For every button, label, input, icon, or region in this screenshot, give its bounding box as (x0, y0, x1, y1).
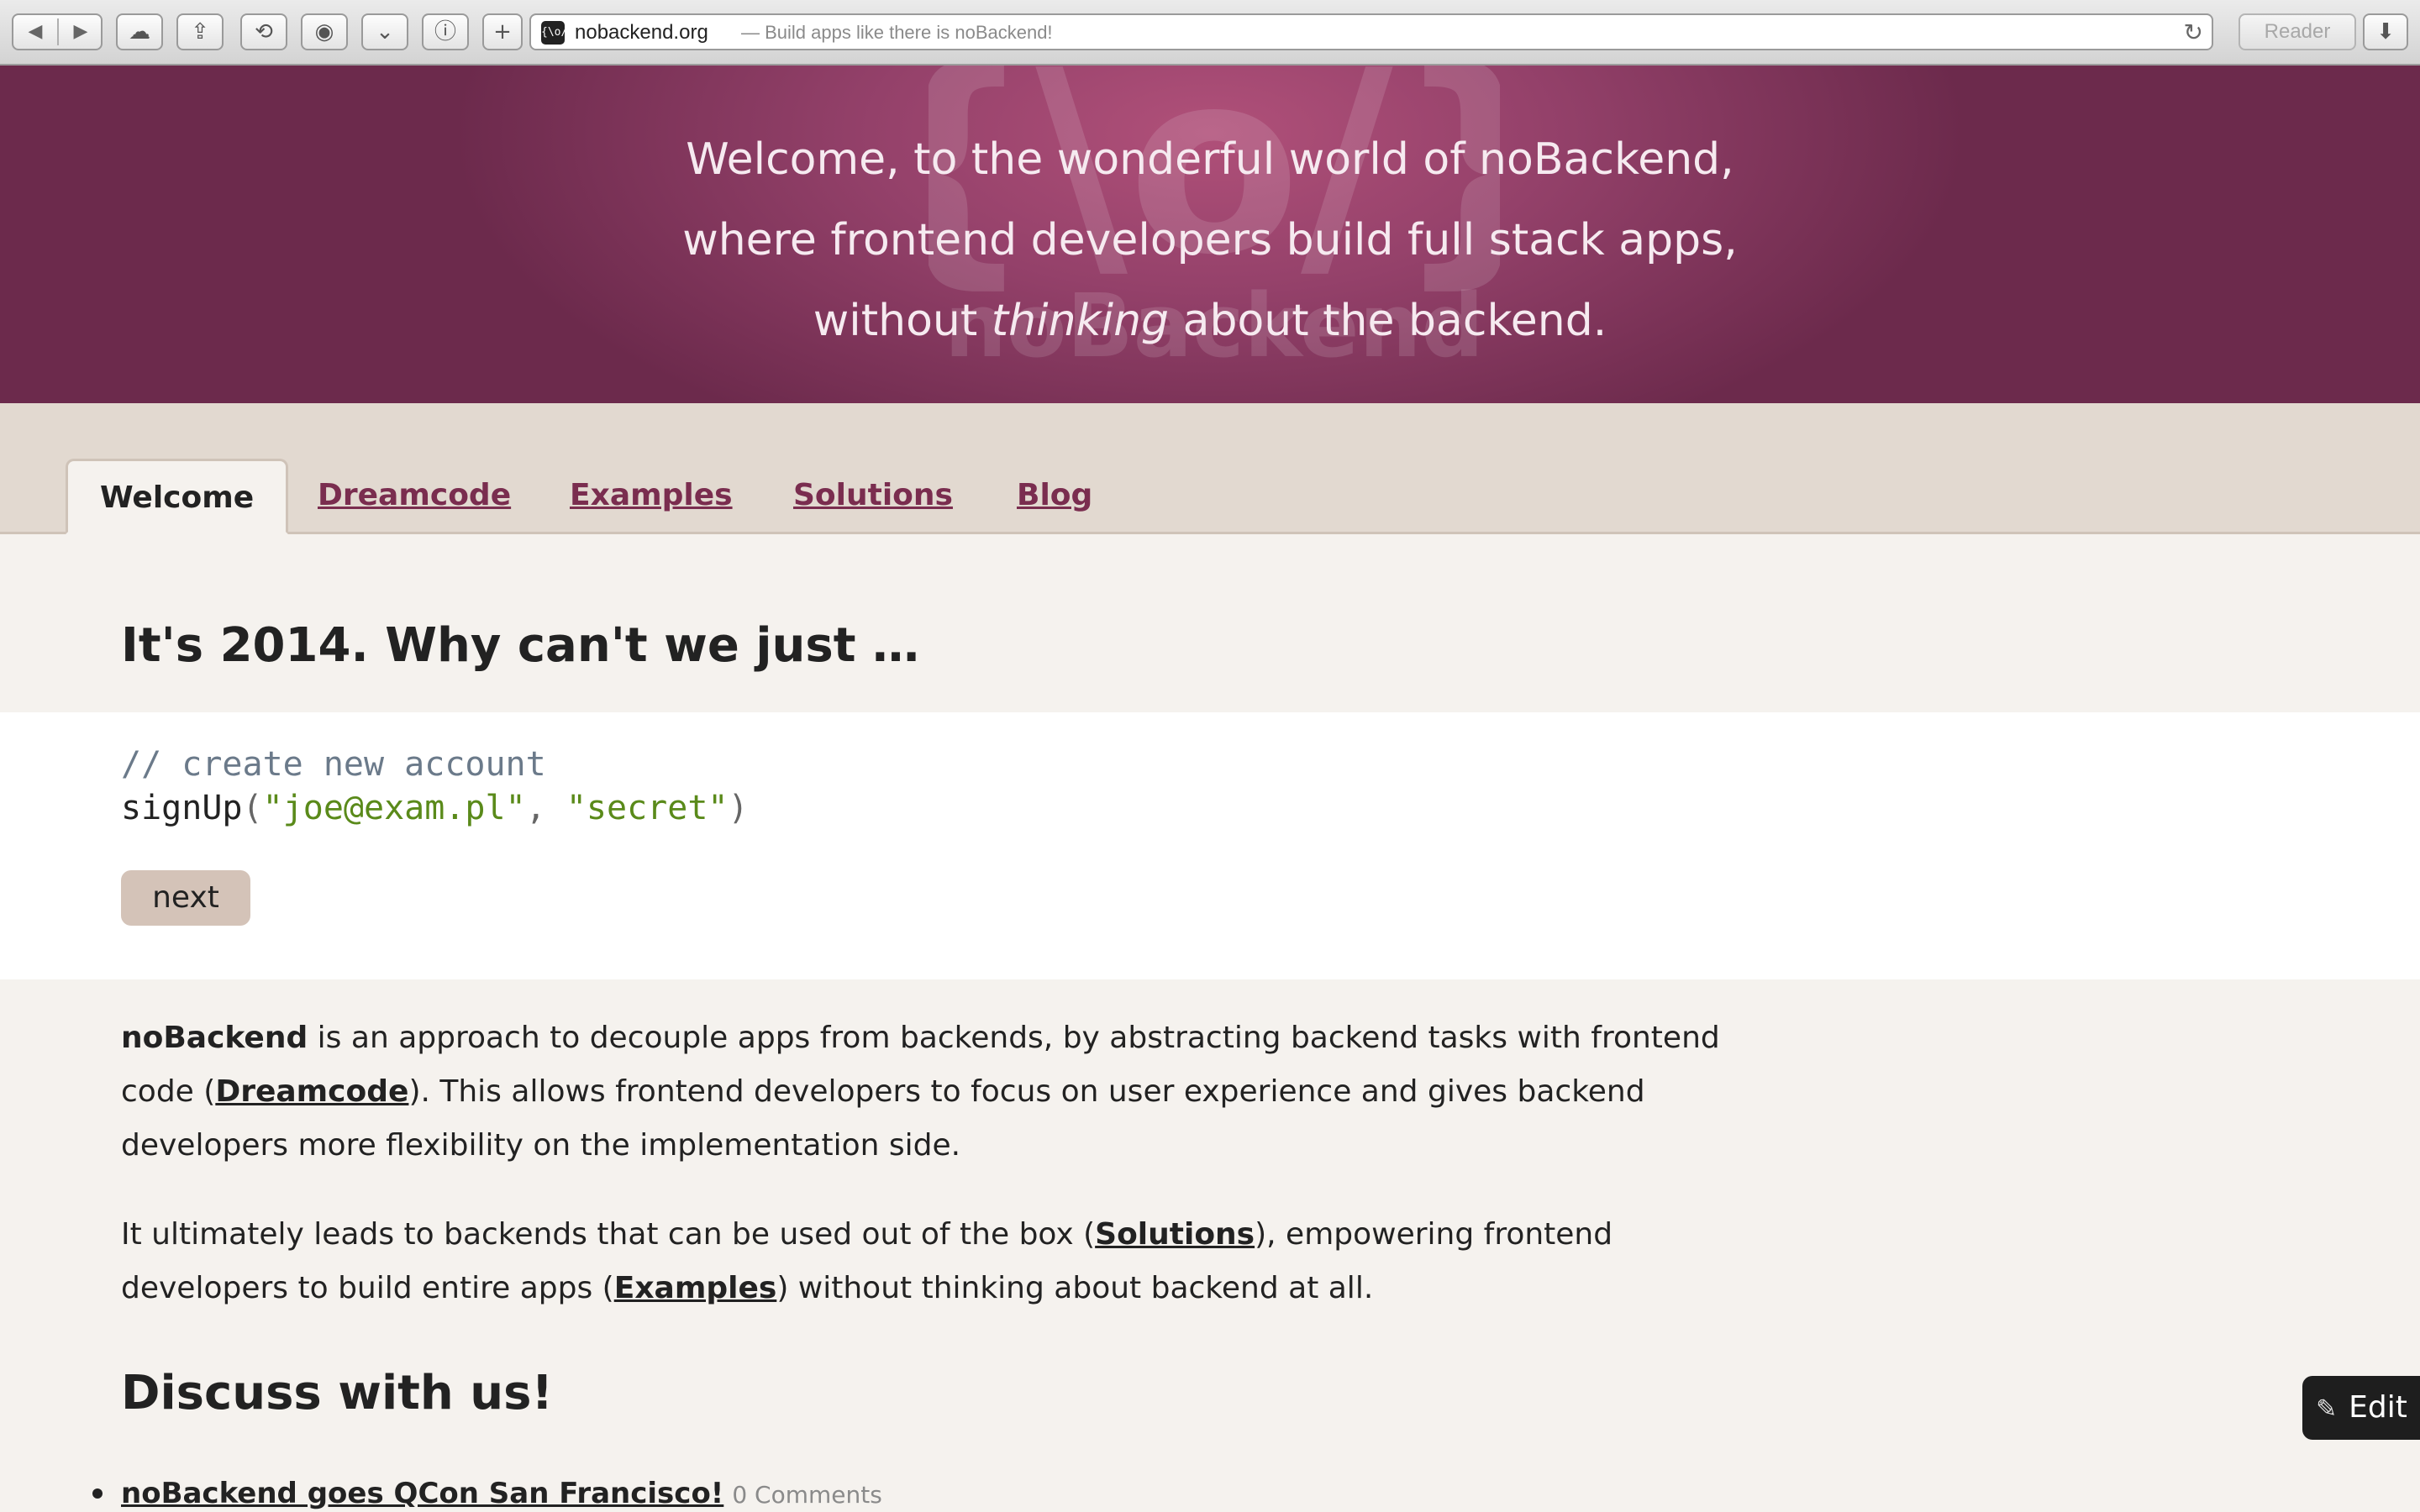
code-comment: // create new account (121, 745, 546, 784)
code-punctuation: ) (728, 789, 749, 827)
tagline-line-3: without thinking about the backend. (0, 281, 2420, 361)
edit-label: Edit (2349, 1390, 2407, 1425)
browser-toolbar: ◀ ▶ ☁ ⇪ ⟲ ◉ ⌄ ⓘ + {\o/} nobackend.org — … (0, 0, 2420, 66)
tagline-line-1: Welcome, to the wonderful world of noBac… (686, 134, 1734, 185)
edit-button[interactable]: ✎ Edit (2302, 1376, 2420, 1440)
code-string: "secret" (566, 789, 729, 827)
code-punctuation: ( (242, 789, 263, 827)
share-icon[interactable]: ⇪ (176, 13, 224, 50)
reader-button[interactable]: Reader (2238, 13, 2356, 50)
outcome-paragraph: It ultimately leads to backends that can… (121, 1208, 1768, 1315)
new-tab-icon[interactable]: + (482, 13, 523, 50)
main-nav: Welcome Dreamcode Examples Solutions Blo… (0, 403, 2420, 534)
bookmark-icon[interactable]: ◉ (301, 13, 348, 50)
intro-heading: It's 2014. Why can't we just … (121, 618, 919, 673)
forward-icon[interactable]: ▶ (59, 15, 103, 49)
paragraph-text: ) without thinking about backend at all. (776, 1271, 1374, 1305)
tab-blog[interactable]: Blog (1017, 459, 1092, 534)
tagline-emphasis: thinking (991, 296, 1170, 346)
page-content: It's 2014. Why can't we just … // create… (0, 534, 2420, 1512)
intro-paragraph: noBackend is an approach to decouple app… (121, 1011, 1768, 1173)
brand-name: noBackend (121, 1021, 308, 1055)
back-forward-group: ◀ ▶ (12, 13, 103, 50)
info-icon[interactable]: ⓘ (422, 13, 469, 50)
examples-link[interactable]: Examples (614, 1271, 777, 1305)
discussion-link[interactable]: noBackend goes QCon San Francisco! (121, 1477, 723, 1510)
downloads-icon[interactable]: ⬇ (2363, 13, 2408, 50)
pocket-icon[interactable]: ⌄ (361, 13, 408, 50)
tagline-text: about the backend. (1169, 296, 1607, 346)
paragraph-text: It ultimately leads to backends that can… (121, 1217, 1096, 1252)
code-sample: // create new account signUp("joe@exam.p… (121, 743, 749, 830)
list-item: noBackend goes QCon San Francisco! 0 Comm… (81, 1470, 882, 1512)
code-function: signUp (121, 789, 243, 827)
tagline-text: without (813, 296, 992, 346)
browser-window: ◀ ▶ ☁ ⇪ ⟲ ◉ ⌄ ⓘ + {\o/} nobackend.org — … (0, 0, 2420, 1512)
site-favicon: {\o/} (541, 21, 574, 45)
header-banner: {\o/} noBackend Welcome, to the wonderfu… (0, 66, 2420, 403)
discuss-heading: Discuss with us! (121, 1366, 554, 1420)
next-button[interactable]: next (121, 870, 250, 926)
code-string: "joe@exam.pl" (262, 789, 526, 827)
tab-dreamcode[interactable]: Dreamcode (318, 459, 511, 534)
history-icon[interactable]: ⟲ (240, 13, 287, 50)
pencil-icon: ✎ (2316, 1394, 2338, 1424)
code-punctuation: , (525, 789, 566, 827)
reload-icon[interactable]: ↻ (2184, 17, 2203, 49)
address-bar[interactable]: {\o/} nobackend.org — Build apps like th… (529, 13, 2213, 50)
discussion-list: noBackend goes QCon San Francisco! 0 Comm… (81, 1470, 882, 1512)
comment-count: 0 Comments (732, 1481, 882, 1509)
dreamcode-panel: // create new account signUp("joe@exam.p… (0, 712, 2420, 979)
tagline-line-2: where frontend developers build full sta… (682, 215, 1738, 265)
tab-solutions[interactable]: Solutions (793, 459, 953, 534)
url-domain: nobackend.org (575, 21, 708, 44)
tab-welcome[interactable]: Welcome (66, 459, 289, 534)
bullet (92, 1488, 103, 1499)
solutions-link[interactable]: Solutions (1095, 1217, 1255, 1252)
icloud-icon[interactable]: ☁ (116, 13, 163, 50)
tab-examples[interactable]: Examples (570, 459, 733, 534)
url-page-title: — Build apps like there is noBackend! (741, 22, 1053, 43)
back-icon[interactable]: ◀ (13, 15, 57, 49)
banner-tagline: Welcome, to the wonderful world of noBac… (0, 119, 2420, 361)
dreamcode-link[interactable]: Dreamcode (215, 1074, 408, 1109)
